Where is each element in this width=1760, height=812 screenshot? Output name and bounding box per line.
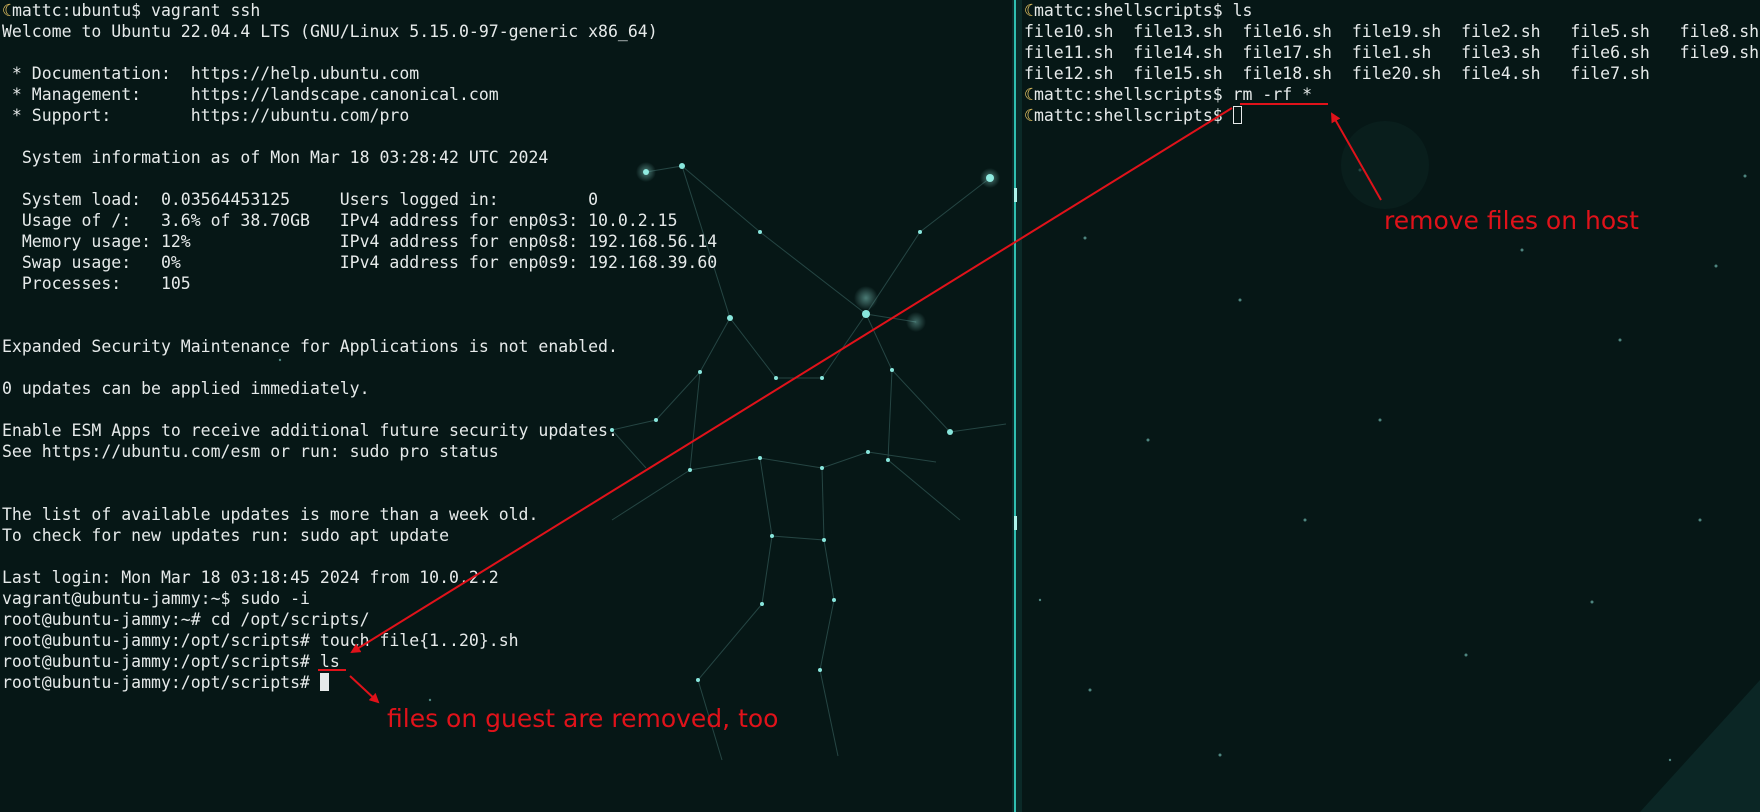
host-terminal-line: file10.sh file13.sh file16.sh file19.sh … bbox=[1022, 21, 1760, 42]
guest-terminal-line: To check for new updates run: sudo apt u… bbox=[0, 525, 1012, 546]
guest-terminal-line-text: Swap usage: 0% IPv4 address for enp0s9: … bbox=[2, 253, 718, 272]
host-terminal-line: ☾mattc:shellscripts$ rm -rf * bbox=[1022, 84, 1760, 105]
guest-terminal-line-text: Last login: Mon Mar 18 03:18:45 2024 fro… bbox=[2, 568, 499, 587]
guest-terminal-line: root@ubuntu-jammy:/opt/scripts# touch fi… bbox=[0, 630, 1012, 651]
guest-terminal-line-text: System load: 0.03564453125 Users logged … bbox=[2, 190, 599, 209]
guest-terminal-line-text: Welcome to Ubuntu 22.04.4 LTS (GNU/Linux… bbox=[2, 22, 658, 41]
guest-terminal-line: Memory usage: 12% IPv4 address for enp0s… bbox=[0, 231, 1012, 252]
guest-terminal-line: Processes: 105 bbox=[0, 273, 1012, 294]
guest-terminal-line: Last login: Mon Mar 18 03:18:45 2024 fro… bbox=[0, 567, 1012, 588]
guest-terminal-line: vagrant@ubuntu-jammy:~$ sudo -i bbox=[0, 588, 1012, 609]
host-terminal-line: ☾mattc:shellscripts$ ls bbox=[1022, 0, 1760, 21]
guest-terminal-line: 0 updates can be applied immediately. bbox=[0, 378, 1012, 399]
divider-handle-upper[interactable] bbox=[1014, 188, 1017, 202]
guest-terminal-line-text: root@ubuntu-jammy:~# cd /opt/scripts/ bbox=[2, 610, 370, 629]
guest-terminal-line-text: Expanded Security Maintenance for Applic… bbox=[2, 337, 618, 356]
guest-terminal-line-text: Memory usage: 12% IPv4 address for enp0s… bbox=[2, 232, 718, 251]
guest-terminal-line: The list of available updates is more th… bbox=[0, 504, 1012, 525]
guest-terminal-line-text: 0 updates can be applied immediately. bbox=[2, 379, 370, 398]
guest-terminal-line-text: See https://ubuntu.com/esm or run: sudo … bbox=[2, 442, 499, 461]
host-terminal-line: file12.sh file15.sh file18.sh file20.sh … bbox=[1022, 63, 1760, 84]
moon-icon: ☾ bbox=[1024, 106, 1034, 125]
guest-terminal-line-text: System information as of Mon Mar 18 03:2… bbox=[2, 148, 549, 167]
guest-terminal-line: Enable ESM Apps to receive additional fu… bbox=[0, 420, 1012, 441]
guest-terminal-line-text: * Management: https://landscape.canonica… bbox=[2, 85, 499, 104]
guest-terminal-line: root@ubuntu-jammy:/opt/scripts# bbox=[0, 672, 1012, 693]
guest-terminal-line-text: vagrant@ubuntu-jammy:~$ sudo -i bbox=[2, 589, 310, 608]
guest-terminal-line: Welcome to Ubuntu 22.04.4 LTS (GNU/Linux… bbox=[0, 21, 1012, 42]
moon-icon: ☾ bbox=[2, 1, 12, 20]
guest-terminal-line-text: * Documentation: https://help.ubuntu.com bbox=[2, 64, 420, 83]
guest-terminal-line-text: root@ubuntu-jammy:/opt/scripts# bbox=[2, 673, 320, 692]
guest-terminal-output: ☾mattc:ubuntu$ vagrant ssh Welcome to Ubu… bbox=[0, 0, 1012, 693]
guest-terminal-line bbox=[0, 168, 1012, 189]
guest-terminal-line-text: The list of available updates is more th… bbox=[2, 505, 539, 524]
guest-terminal-line-text: Usage of /: 3.6% of 38.70GB IPv4 address… bbox=[2, 211, 678, 230]
guest-terminal-line-text: Enable ESM Apps to receive additional fu… bbox=[2, 421, 618, 440]
guest-terminal-line bbox=[0, 546, 1012, 567]
host-terminal-line: ☾mattc:shellscripts$ bbox=[1022, 105, 1760, 126]
guest-terminal-line bbox=[0, 399, 1012, 420]
guest-terminal-line: * Support: https://ubuntu.com/pro bbox=[0, 105, 1012, 126]
pane-divider[interactable] bbox=[1012, 0, 1022, 812]
guest-terminal-line bbox=[0, 483, 1012, 504]
host-terminal-line-text: mattc:shellscripts$ rm -rf * bbox=[1033, 85, 1313, 104]
host-terminal-pane[interactable]: ☾mattc:shellscripts$ ls file10.sh file13.… bbox=[1022, 0, 1760, 812]
host-terminal-line-text: file10.sh file13.sh file16.sh file19.sh … bbox=[1024, 22, 1760, 41]
guest-terminal-line-text: root@ubuntu-jammy:/opt/scripts# ls bbox=[2, 652, 340, 671]
guest-terminal-line bbox=[0, 294, 1012, 315]
guest-terminal-line: * Management: https://landscape.canonica… bbox=[0, 84, 1012, 105]
host-terminal-line-text: mattc:shellscripts$ ls bbox=[1033, 1, 1253, 20]
guest-terminal-line bbox=[0, 42, 1012, 63]
guest-terminal-line: * Documentation: https://help.ubuntu.com bbox=[0, 63, 1012, 84]
guest-terminal-line: System information as of Mon Mar 18 03:2… bbox=[0, 147, 1012, 168]
guest-terminal-line: System load: 0.03564453125 Users logged … bbox=[0, 189, 1012, 210]
guest-terminal-line-text: To check for new updates run: sudo apt u… bbox=[2, 526, 450, 545]
guest-terminal-line: Swap usage: 0% IPv4 address for enp0s9: … bbox=[0, 252, 1012, 273]
guest-terminal-line-text: * Support: https://ubuntu.com/pro bbox=[2, 106, 410, 125]
host-terminal-line-text: file11.sh file14.sh file17.sh file1.sh f… bbox=[1024, 43, 1760, 62]
guest-terminal-line: Expanded Security Maintenance for Applic… bbox=[0, 336, 1012, 357]
terminal-cursor[interactable] bbox=[319, 673, 329, 691]
host-annotation-label: remove files on host bbox=[1384, 206, 1639, 235]
guest-terminal-line: Usage of /: 3.6% of 38.70GB IPv4 address… bbox=[0, 210, 1012, 231]
guest-terminal-line-text: Processes: 105 bbox=[2, 274, 191, 293]
moon-icon: ☾ bbox=[1024, 1, 1034, 20]
host-terminal-line: file11.sh file14.sh file17.sh file1.sh f… bbox=[1022, 42, 1760, 63]
host-terminal-line-text: mattc:shellscripts$ bbox=[1033, 106, 1233, 125]
guest-terminal-line: ☾mattc:ubuntu$ vagrant ssh bbox=[0, 0, 1012, 21]
guest-terminal-line-text: root@ubuntu-jammy:/opt/scripts# touch fi… bbox=[2, 631, 519, 650]
guest-terminal-line bbox=[0, 315, 1012, 336]
guest-terminal-line bbox=[0, 357, 1012, 378]
guest-terminal-pane[interactable]: ☾mattc:ubuntu$ vagrant ssh Welcome to Ubu… bbox=[0, 0, 1012, 812]
guest-terminal-line bbox=[0, 126, 1012, 147]
guest-terminal-line bbox=[0, 462, 1012, 483]
guest-terminal-line: root@ubuntu-jammy:/opt/scripts# ls bbox=[0, 651, 1012, 672]
moon-icon: ☾ bbox=[1024, 85, 1034, 104]
guest-terminal-line: See https://ubuntu.com/esm or run: sudo … bbox=[0, 441, 1012, 462]
guest-terminal-line: root@ubuntu-jammy:~# cd /opt/scripts/ bbox=[0, 609, 1012, 630]
terminal-cursor[interactable] bbox=[1232, 106, 1242, 124]
guest-annotation-label: files on guest are removed, too bbox=[387, 704, 779, 733]
divider-handle-lower[interactable] bbox=[1014, 516, 1017, 530]
host-terminal-output: ☾mattc:shellscripts$ ls file10.sh file13.… bbox=[1022, 0, 1760, 126]
host-terminal-line-text: file12.sh file15.sh file18.sh file20.sh … bbox=[1024, 64, 1650, 83]
guest-terminal-line-text: mattc:ubuntu$ vagrant ssh bbox=[11, 1, 261, 20]
